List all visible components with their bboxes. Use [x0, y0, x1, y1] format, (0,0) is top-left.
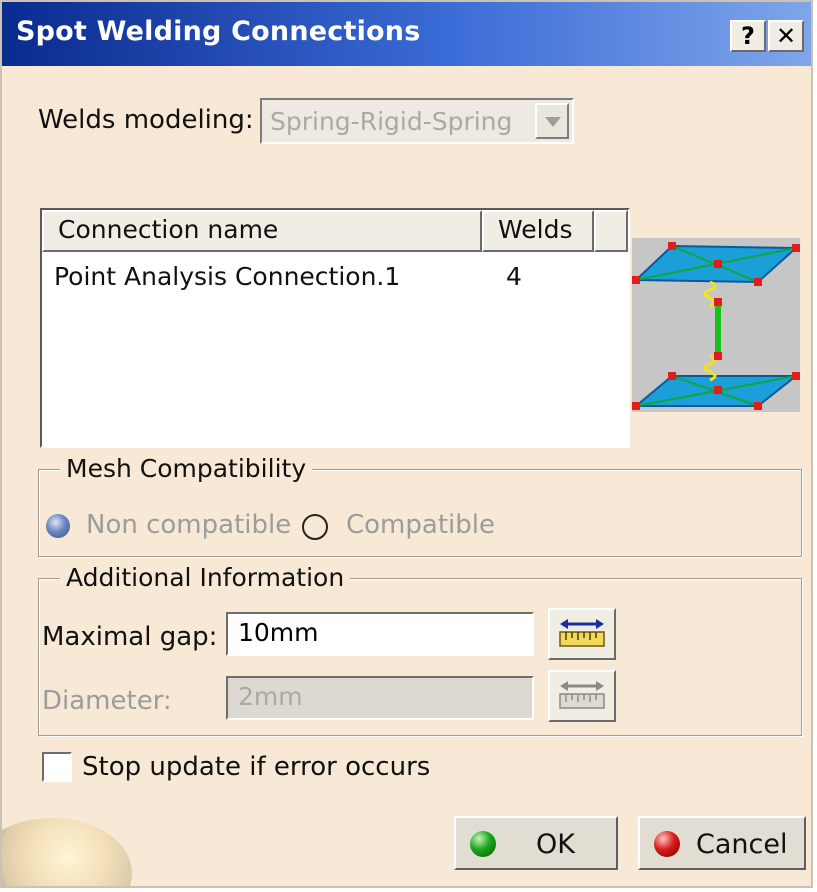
radio-unselected-icon: [302, 514, 328, 540]
column-header-blank: [594, 210, 628, 252]
connections-list[interactable]: Connection name Welds Point Analysis Con…: [40, 208, 630, 448]
maximal-gap-input[interactable]: 10mm: [226, 612, 534, 656]
measure-icon: [559, 619, 605, 647]
table-row[interactable]: Point Analysis Connection.1 4: [42, 256, 628, 296]
cancel-button[interactable]: Cancel: [638, 816, 806, 870]
welds-modeling-value: Spring-Rigid-Spring: [270, 107, 513, 136]
connection-name-cell: Point Analysis Connection.1: [54, 262, 401, 291]
additional-information-legend: Additional Information: [60, 563, 351, 592]
globe-logo: [2, 818, 132, 886]
welds-modeling-label: Welds modeling:: [38, 105, 254, 135]
maximal-gap-label: Maximal gap:: [42, 622, 218, 652]
column-header-welds[interactable]: Welds: [482, 210, 594, 252]
radio-label-compatible: Compatible: [346, 510, 495, 540]
green-ball-icon: [470, 831, 496, 857]
radio-selected-icon: [46, 514, 70, 538]
radio-compatible[interactable]: Compatible: [302, 510, 502, 544]
radio-label-non-compatible: Non compatible: [86, 510, 292, 540]
welds-count-cell: 4: [506, 262, 522, 291]
close-button[interactable]: ✕: [768, 20, 804, 52]
mesh-compatibility-legend: Mesh Compatibility: [60, 454, 313, 483]
diameter-input[interactable]: 2mm: [226, 676, 534, 720]
stop-update-checkbox[interactable]: [42, 752, 72, 782]
spot-welding-dialog: Spot Welding Connections ? ✕ Welds model…: [0, 0, 813, 888]
welds-modeling-dropdown[interactable]: Spring-Rigid-Spring: [260, 98, 574, 144]
radio-non-compatible[interactable]: Non compatible: [46, 510, 291, 544]
chevron-down-icon[interactable]: [535, 103, 569, 139]
diameter-measure-button[interactable]: [548, 670, 616, 722]
cancel-label: Cancel: [696, 829, 788, 860]
ok-label: OK: [536, 829, 575, 860]
measure-icon-disabled: [559, 681, 605, 709]
ok-button[interactable]: OK: [454, 816, 618, 870]
column-header-connection-name[interactable]: Connection name: [42, 210, 482, 252]
title-bar[interactable]: Spot Welding Connections ? ✕: [2, 2, 811, 66]
stop-update-label: Stop update if error occurs: [82, 752, 431, 782]
red-ball-icon: [654, 831, 680, 857]
maximal-gap-measure-button[interactable]: [548, 608, 616, 660]
weld-preview-image: [632, 238, 800, 412]
dialog-title: Spot Welding Connections: [16, 16, 421, 47]
diameter-label: Diameter:: [42, 686, 172, 716]
help-button[interactable]: ?: [730, 20, 766, 52]
